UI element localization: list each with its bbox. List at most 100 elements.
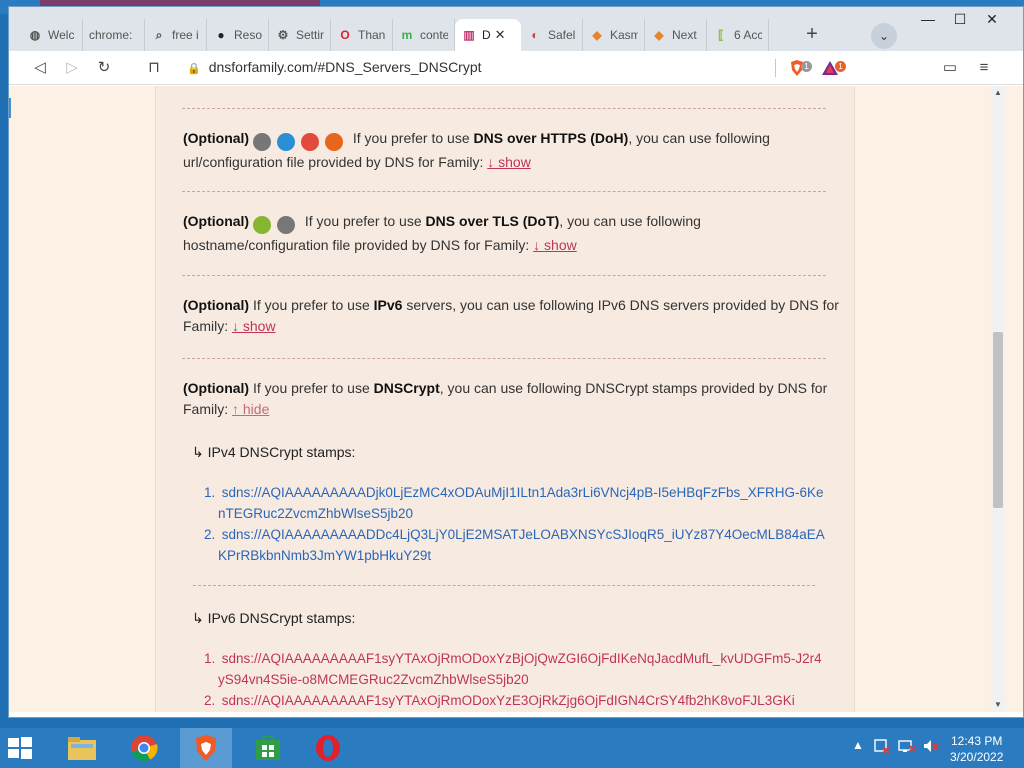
opera-icon[interactable] — [302, 728, 354, 768]
forward-button[interactable]: ▷ — [61, 57, 83, 79]
ipv6-bold: IPv6 — [373, 297, 403, 313]
optional-label: (Optional) — [183, 380, 250, 396]
stamp-item[interactable]: 2. sdns://AQIAAAAAAAAAF1syYTAxOjRmODoxYz… — [204, 690, 828, 711]
clock-time: 12:43 PM — [951, 734, 1003, 748]
file-explorer-icon[interactable] — [56, 728, 108, 768]
web-page: (Optional) If you prefer to use DNS over… — [9, 86, 1023, 712]
tab-11[interactable]: ⟦ 6 Acc — [707, 19, 769, 51]
tab-1[interactable]: chrome: — [83, 19, 145, 51]
opera-icon: O — [340, 28, 350, 42]
optional-label: (Optional) — [183, 213, 250, 229]
github-icon: ● — [217, 28, 225, 42]
stamp-number: 1. — [204, 651, 216, 666]
dnscrypt-section: (Optional) If you prefer to use DNSCrypt… — [183, 378, 843, 420]
tab-10[interactable]: ◆ Next — [645, 19, 707, 51]
search-icon: ⌕ — [155, 27, 163, 42]
gear-icon: ⚙ — [277, 28, 289, 42]
dot-text: If you prefer to use — [301, 213, 426, 229]
stamp-text: sdns://AQIAAAAAAAAAF1syYTAxOjRmODoxYzE3O… — [221, 693, 795, 708]
safe-icon: ◐ — [531, 28, 539, 42]
clock-date: 3/20/2022 — [950, 750, 1004, 764]
vertical-scrollbar[interactable]: ▲ ▼ — [991, 86, 1005, 712]
divider — [182, 275, 826, 276]
address-bar[interactable]: 🔒 dnsforfamily.com/#DNS_Servers_DNSCrypt — [187, 59, 482, 75]
tab-4[interactable]: ⚙ Settir — [269, 19, 331, 51]
tab-label: Kasm — [610, 28, 638, 42]
windows-start-icon[interactable] — [8, 737, 32, 759]
rewards-count-badge: 1 — [835, 61, 846, 72]
chrome-icon — [301, 133, 319, 152]
tab-label: 6 Acc — [734, 28, 762, 42]
divider — [182, 191, 826, 192]
tab-9[interactable]: ◆ Kasm — [583, 19, 645, 51]
action-center-icon[interactable] — [874, 738, 890, 757]
close-window-button[interactable]: ✕ — [977, 11, 1007, 28]
ipv4-stamps-heading: ↳ IPv4 DNSCrypt stamps: — [192, 444, 356, 460]
platform-icons — [253, 214, 301, 235]
bookmark-button[interactable]: ⊓ — [143, 57, 165, 79]
new-tab-button[interactable]: + — [799, 23, 825, 47]
divider — [182, 108, 826, 109]
ipv4-stamp-list: 1. sdns://AQIAAAAAAAAADjk0LjEzMC4xODAuMj… — [204, 482, 828, 566]
menu-button[interactable]: ≡ — [973, 57, 995, 79]
apple-icon — [277, 216, 295, 235]
reload-button[interactable]: ↻ — [93, 57, 115, 79]
kasm-icon: ◆ — [592, 28, 602, 42]
volume-muted-icon[interactable] — [922, 738, 940, 757]
network-icon[interactable] — [898, 738, 916, 757]
doh-show-link[interactable]: ↓ show — [487, 154, 531, 170]
stamp-text: sdns://AQIAAAAAAAAADDc4LjQ3LjY0LjE2MSATJ… — [218, 527, 825, 563]
dot-bold: DNS over TLS (DoT) — [425, 213, 560, 229]
doh-text: If you prefer to use — [349, 130, 474, 146]
tab-label: chrome: — [89, 28, 133, 42]
tab-2[interactable]: ⌕ free i — [145, 19, 207, 51]
wallet-button[interactable]: ▭ — [939, 57, 961, 79]
scrollbar-thumb[interactable] — [993, 332, 1003, 508]
page-edge-marker — [9, 98, 11, 118]
tab-label: conte — [420, 28, 448, 42]
tab-7[interactable]: ▥ D ✕ — [455, 19, 521, 51]
tab-label: Reso — [234, 28, 262, 42]
ipv6-stamp-list: 1. sdns://AQIAAAAAAAAAF1syYTAxOjRmODoxYz… — [204, 648, 828, 711]
address-bar-separator — [775, 59, 776, 77]
tab-8[interactable]: ◐ Safel — [521, 19, 583, 51]
stamp-text: sdns://AQIAAAAAAAAAF1syYTAxOjRmODoxYzBjO… — [218, 651, 822, 687]
tab-6[interactable]: m conte — [393, 19, 455, 51]
firefox-icon — [325, 133, 343, 152]
ipv6-text: If you prefer to use — [249, 297, 374, 313]
apple-icon — [253, 133, 271, 152]
system-clock[interactable]: 12:43 PM 3/20/2022 — [950, 733, 1003, 765]
tab-label: Next — [672, 28, 697, 42]
tray-expand-icon[interactable]: ▲ — [852, 738, 864, 752]
taskbar: ▲ 12:43 PM 3/20/2022 — [0, 728, 1024, 768]
close-tab-icon[interactable]: ✕ — [495, 27, 506, 43]
brave-icon[interactable] — [180, 728, 232, 768]
browser-toolbar: ◁ ▷ ↻ ⊓ 🔒 dnsforfamily.com/#DNS_Servers_D… — [9, 51, 1023, 85]
tab-0[interactable]: ◍ Welc — [21, 19, 83, 51]
stamp-number: 1. — [204, 485, 216, 500]
store-icon[interactable] — [242, 728, 294, 768]
stamp-item[interactable]: 2. sdns://AQIAAAAAAAAADDc4LjQ3LjY0LjE2MS… — [204, 524, 828, 566]
tab-search-button[interactable]: ⌄ — [871, 23, 897, 49]
dns-icon: ▥ — [463, 28, 475, 42]
minimize-button[interactable]: — — [913, 11, 943, 27]
optional-label: (Optional) — [183, 130, 250, 146]
chrome-icon[interactable] — [118, 728, 170, 768]
scroll-up-arrow[interactable]: ▲ — [991, 88, 1005, 97]
stamp-item[interactable]: 1. sdns://AQIAAAAAAAAAF1syYTAxOjRmODoxYz… — [204, 648, 828, 690]
tab-label: Settir — [296, 28, 324, 42]
tab-3[interactable]: ● Reso — [207, 19, 269, 51]
maximize-button[interactable]: ☐ — [945, 11, 975, 28]
dot-show-link[interactable]: ↓ show — [533, 237, 577, 253]
dnscrypt-hide-link[interactable]: ↑ hide — [232, 401, 269, 417]
scroll-down-arrow[interactable]: ▼ — [991, 700, 1005, 709]
ipv6-stamps-heading: ↳ IPv6 DNSCrypt stamps: — [192, 610, 356, 626]
stamp-item[interactable]: 1. sdns://AQIAAAAAAAAADjk0LjEzMC4xODAuMj… — [204, 482, 828, 524]
tab-5[interactable]: O Than — [331, 19, 393, 51]
dnscrypt-bold: DNSCrypt — [373, 380, 440, 396]
back-button[interactable]: ◁ — [29, 57, 51, 79]
ipv6-show-link[interactable]: ↓ show — [232, 318, 276, 334]
content-card: (Optional) If you prefer to use DNS over… — [155, 86, 855, 712]
tab-label: Safel — [548, 28, 576, 42]
doh-bold: DNS over HTTPS (DoH) — [473, 130, 629, 146]
